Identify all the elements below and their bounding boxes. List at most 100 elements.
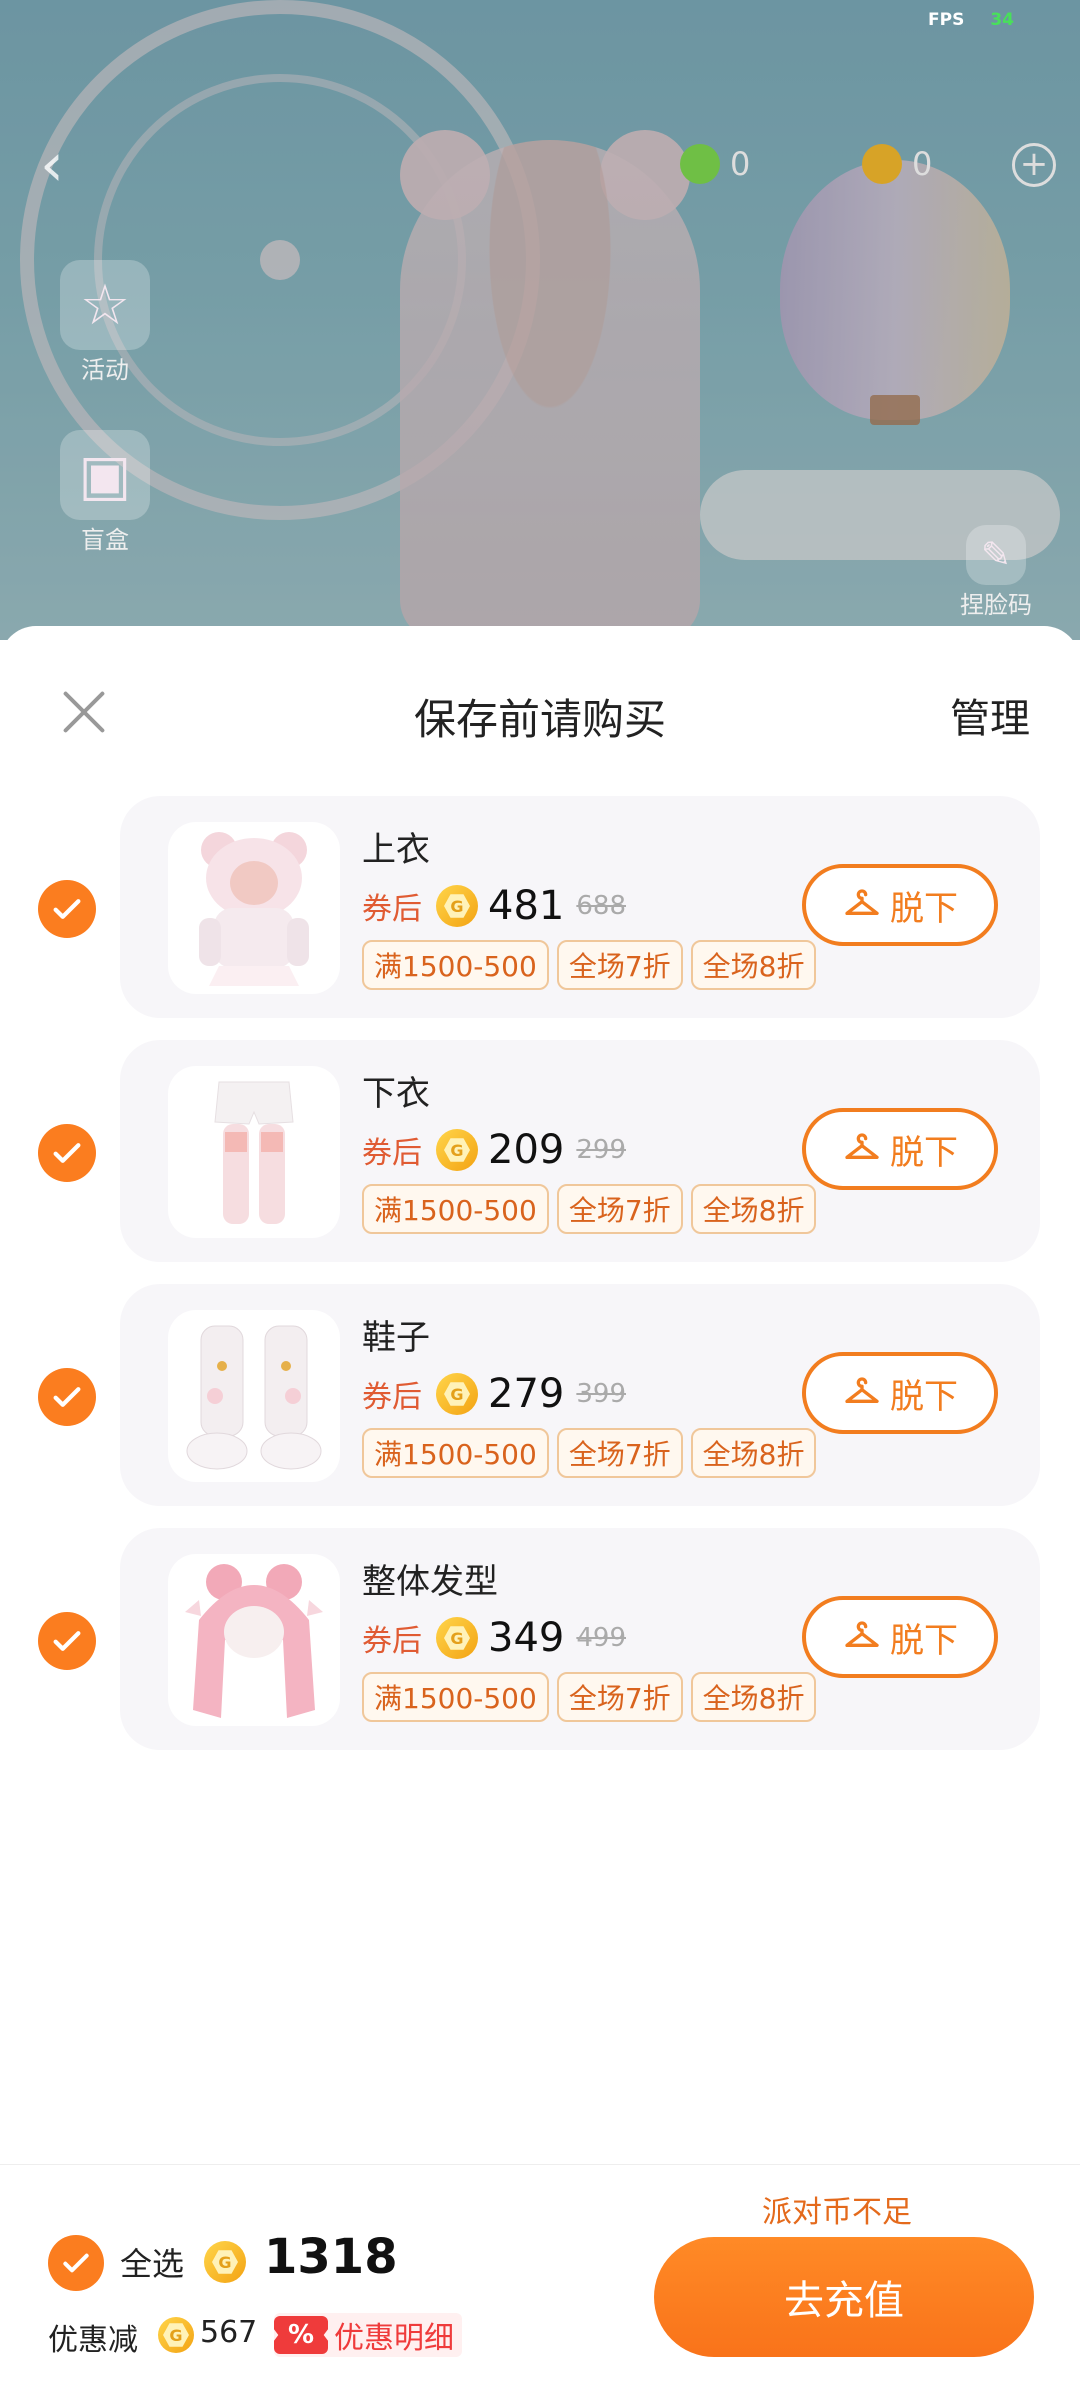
- promo-tag: 满1500-500: [362, 1184, 549, 1234]
- list-item: 下衣 券后 G 209 299 满1500-500 全场7折 全场8折 脱下: [0, 1040, 1080, 1284]
- activity-label: 活动: [81, 356, 129, 384]
- select-all-checkbox[interactable]: [48, 2235, 104, 2291]
- promo-tag: 全场7折: [556, 1184, 683, 1234]
- select-all-label[interactable]: 全选: [120, 2239, 184, 2285]
- promo-tag: 满1500-500: [362, 1428, 549, 1478]
- currency-b: 0: [862, 140, 932, 188]
- undress-button[interactable]: 脱下: [802, 1352, 998, 1434]
- checkmark-icon: [53, 1387, 81, 1407]
- gold-coin-icon: G: [158, 2317, 194, 2353]
- manage-button[interactable]: 管理: [950, 686, 1030, 744]
- item-price: 349: [488, 1615, 565, 1661]
- currency-b-value: 0: [912, 145, 933, 183]
- item-original-price: 299: [576, 1135, 626, 1165]
- add-currency-button[interactable]: +: [1012, 143, 1056, 187]
- item-name: 上衣: [362, 830, 430, 870]
- promo-tag: 全场7折: [556, 940, 683, 990]
- gold-coin-icon: [862, 144, 902, 184]
- face-code-entry[interactable]: ✎ 捏脸码: [960, 525, 1032, 620]
- promo-tag: 全场8折: [690, 1428, 817, 1478]
- after-coupon-label: 券后: [362, 1136, 422, 1171]
- total-price: 1318: [264, 2229, 398, 2285]
- promo-tag: 全场8折: [690, 940, 817, 990]
- checkmark-icon: [63, 2253, 89, 2273]
- undress-label: 脱下: [890, 888, 958, 929]
- blindbox-entry[interactable]: ▣ 盲盒: [60, 430, 150, 555]
- after-coupon-label: 券后: [362, 1380, 422, 1415]
- item-checkbox[interactable]: [38, 880, 96, 938]
- promo-tags: 满1500-500 全场7折 全场8折: [362, 1672, 817, 1722]
- gold-coin-icon: G: [436, 885, 478, 927]
- modal-dim-overlay[interactable]: [0, 0, 1080, 640]
- promo-tags: 满1500-500 全场7折 全场8折: [362, 940, 817, 990]
- item-price: 279: [488, 1371, 565, 1417]
- fps-counter: FPS 34: [928, 10, 1014, 30]
- undress-button[interactable]: 脱下: [802, 1108, 998, 1190]
- shorts-stockings-image: [214, 1081, 294, 1224]
- item-card[interactable]: 整体发型 券后 G 349 499 满1500-500 全场7折 全场8折 脱下: [120, 1528, 1040, 1750]
- face-code-label: 捏脸码: [960, 591, 1032, 619]
- hanger-icon: [845, 889, 879, 915]
- edit-icon: ✎: [966, 525, 1026, 585]
- item-price-line: 券后 G 279 399: [362, 1366, 626, 1422]
- promo-tag: 满1500-500: [362, 1672, 549, 1722]
- undress-button[interactable]: 脱下: [802, 1596, 998, 1678]
- undress-label: 脱下: [890, 1376, 958, 1417]
- hairstyle-image: [185, 1564, 323, 1718]
- item-name: 整体发型: [362, 1562, 498, 1602]
- item-original-price: 399: [576, 1379, 626, 1409]
- party-coin-icon: [680, 144, 720, 184]
- checkmark-icon: [53, 899, 81, 919]
- gold-coin-icon: G: [436, 1373, 478, 1415]
- undress-label: 脱下: [890, 1620, 958, 1661]
- promo-tag: 全场7折: [556, 1428, 683, 1478]
- item-card[interactable]: 下衣 券后 G 209 299 满1500-500 全场7折 全场8折 脱下: [120, 1040, 1040, 1262]
- gold-coin-icon: G: [436, 1617, 478, 1659]
- checkmark-icon: [53, 1631, 81, 1651]
- item-checkbox[interactable]: [38, 1368, 96, 1426]
- list-item: 整体发型 券后 G 349 499 满1500-500 全场7折 全场8折 脱下: [0, 1528, 1080, 1772]
- checkmark-icon: [53, 1143, 81, 1163]
- hoodie-top-image: [199, 832, 309, 986]
- insufficient-coins-notice: 派对币不足: [762, 2195, 912, 2230]
- after-coupon-label: 券后: [362, 892, 422, 927]
- item-name: 下衣: [362, 1074, 430, 1114]
- item-checkbox[interactable]: [38, 1124, 96, 1182]
- purchase-sheet: 保存前请购买 管理 上衣 券后 G 481 688 满1500-500 全场7折…: [0, 626, 1080, 2400]
- promo-tags: 满1500-500 全场7折 全场8折: [362, 1184, 817, 1234]
- item-list: 上衣 券后 G 481 688 满1500-500 全场7折 全场8折 脱下 下…: [0, 796, 1080, 1772]
- fps-label: FPS: [928, 10, 965, 30]
- item-card[interactable]: 鞋子 券后 G 279 399 满1500-500 全场7折 全场8折 脱下: [120, 1284, 1040, 1506]
- discount-value: 567: [200, 2315, 258, 2350]
- item-checkbox[interactable]: [38, 1612, 96, 1670]
- hanger-icon: [845, 1133, 879, 1159]
- undress-button[interactable]: 脱下: [802, 864, 998, 946]
- activity-entry[interactable]: ☆ 活动: [60, 260, 150, 385]
- currency-a: 0: [680, 140, 750, 188]
- discount-detail-link[interactable]: % 优惠明细: [274, 2313, 462, 2357]
- item-card[interactable]: 上衣 券后 G 481 688 满1500-500 全场7折 全场8折 脱下: [120, 796, 1040, 1018]
- promo-tag: 全场7折: [556, 1672, 683, 1722]
- recharge-button[interactable]: 去充值: [654, 2237, 1034, 2357]
- item-price-line: 券后 G 209 299: [362, 1122, 626, 1178]
- item-price: 209: [488, 1127, 565, 1173]
- checkout-footer: 全选 G 1318 优惠减 G 567 % 优惠明细 派对币不足 去充值: [0, 2164, 1080, 2400]
- discount-label: 优惠减: [48, 2323, 138, 2358]
- list-item: 上衣 券后 G 481 688 满1500-500 全场7折 全场8折 脱下: [0, 796, 1080, 1040]
- item-price-line: 券后 G 481 688: [362, 878, 626, 934]
- boots-image: [186, 1325, 322, 1470]
- item-thumbnail: [168, 1310, 340, 1482]
- item-original-price: 499: [576, 1623, 626, 1653]
- item-price: 481: [488, 883, 565, 929]
- gold-coin-icon: G: [204, 2241, 246, 2283]
- fps-value: 34: [990, 10, 1014, 30]
- item-price-line: 券后 G 349 499: [362, 1610, 626, 1666]
- item-original-price: 688: [576, 891, 626, 921]
- star-icon: ☆: [60, 260, 150, 350]
- back-arrow-icon[interactable]: ‹: [40, 130, 64, 200]
- list-item: 鞋子 券后 G 279 399 满1500-500 全场7折 全场8折 脱下: [0, 1284, 1080, 1528]
- item-thumbnail: [168, 1066, 340, 1238]
- gold-coin-icon: G: [436, 1129, 478, 1171]
- promo-tag: 满1500-500: [362, 940, 549, 990]
- game-scene-background: FPS 34 ‹ 0 0 + ☆ 活动 ▣ 盲盒 ✎ 捏脸码: [0, 0, 1080, 640]
